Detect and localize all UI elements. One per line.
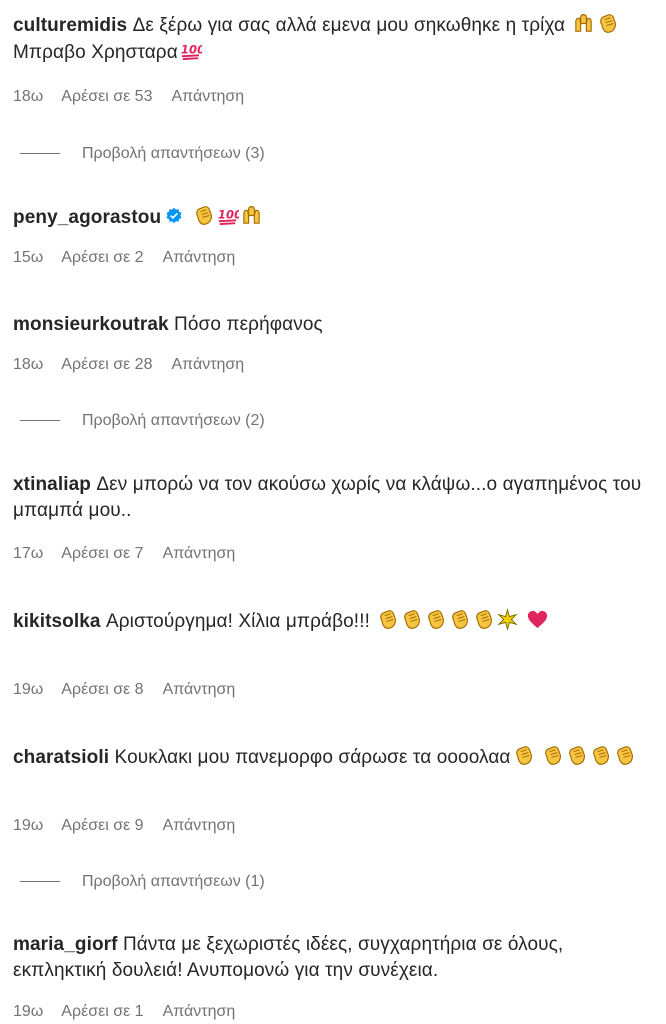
- reply-button[interactable]: Απάντηση: [171, 356, 244, 374]
- clapping-hands-emoji-icon: [541, 744, 564, 767]
- comment-meta: 19ω Αρέσει σε 9 Απάντηση: [13, 817, 235, 835]
- comment-item: culturemidis Δε ξέρω για σας αλλά εμενα …: [13, 12, 653, 66]
- raising-hands-emoji-icon: [572, 12, 595, 35]
- comment-likes[interactable]: Αρέσει σε 9: [61, 817, 143, 835]
- hundred-points-emoji-icon: [179, 39, 202, 62]
- comment-likes[interactable]: Αρέσει σε 2: [61, 249, 143, 267]
- comment-username[interactable]: maria_giorf: [13, 934, 118, 955]
- comment-likes[interactable]: Αρέσει σε 1: [61, 1003, 143, 1021]
- clapping-hands-emoji-icon: [376, 608, 399, 631]
- clapping-hands-emoji-icon: [472, 608, 495, 631]
- divider-line: [20, 420, 60, 422]
- view-replies-label: Προβολή απαντήσεων (1): [82, 873, 265, 890]
- view-replies-label: Προβολή απαντήσεων (3): [82, 145, 265, 162]
- divider-line: [20, 881, 60, 883]
- hundred-points-emoji-icon: [216, 204, 239, 227]
- comment-text: Δεν μπορώ να τον ακούσω χωρίς να κλάψω..…: [13, 474, 642, 521]
- comment-time[interactable]: 17ω: [13, 545, 43, 563]
- comment-time[interactable]: 19ω: [13, 681, 43, 699]
- comment-time[interactable]: 15ω: [13, 249, 43, 267]
- clapping-hands-emoji-icon: [192, 204, 215, 227]
- comment-item: peny_agorastou: [13, 204, 653, 231]
- comment-time[interactable]: 18ω: [13, 88, 43, 106]
- clapping-hands-emoji-icon: [596, 12, 619, 35]
- reply-button[interactable]: Απάντηση: [163, 681, 236, 699]
- comment-meta: 17ω Αρέσει σε 7 Απάντηση: [13, 545, 235, 563]
- view-replies-button[interactable]: Προβολή απαντήσεων (1): [20, 873, 265, 891]
- comment-item: xtinaliap Δεν μπορώ να τον ακούσω χωρίς …: [13, 472, 653, 524]
- comment-meta: 18ω Αρέσει σε 53 Απάντηση: [13, 88, 244, 106]
- comment-username[interactable]: peny_agorastou: [13, 207, 161, 228]
- raising-hands-emoji-icon: [240, 204, 263, 227]
- divider-line: [20, 153, 60, 155]
- clapping-hands-emoji-icon: [448, 608, 471, 631]
- comment-username[interactable]: culturemidis: [13, 15, 127, 36]
- comment-username[interactable]: monsieurkoutrak: [13, 314, 169, 335]
- comment-item: monsieurkoutrak Πόσο περήφανος: [13, 312, 653, 338]
- comment-item: kikitsolka Αριστούργημα! Χίλια μπράβο!!!: [13, 608, 653, 635]
- comment-time[interactable]: 19ω: [13, 1003, 43, 1021]
- comment-meta: 19ω Αρέσει σε 8 Απάντηση: [13, 681, 235, 699]
- view-replies-label: Προβολή απαντήσεων (2): [82, 412, 265, 429]
- comment-username[interactable]: xtinaliap: [13, 474, 91, 495]
- comment-meta: 15ω Αρέσει σε 2 Απάντηση: [13, 249, 235, 267]
- comment-time[interactable]: 18ω: [13, 356, 43, 374]
- reply-button[interactable]: Απάντηση: [163, 249, 236, 267]
- clapping-hands-emoji-icon: [400, 608, 423, 631]
- comment-text-continued: Μπραβο Χρησταρα: [13, 42, 178, 63]
- reply-button[interactable]: Απάντηση: [163, 817, 236, 835]
- clapping-hands-emoji-icon: [512, 744, 535, 767]
- view-replies-button[interactable]: Προβολή απαντήσεων (3): [20, 145, 265, 163]
- comment-likes[interactable]: Αρέσει σε 53: [61, 88, 152, 106]
- comment-username[interactable]: charatsioli: [13, 747, 109, 768]
- clapping-hands-emoji-icon: [424, 608, 447, 631]
- comment-text: Κουκλακι μου πανεμορφο σάρωσε τα οοοολαα: [114, 747, 511, 768]
- comment-meta: 19ω Αρέσει σε 1 Απάντηση: [13, 1003, 235, 1021]
- comment-likes[interactable]: Αρέσει σε 8: [61, 681, 143, 699]
- comment-item: maria_giorf Πάντα με ξεχωριστές ιδέες, σ…: [13, 932, 653, 984]
- clapping-hands-emoji-icon: [589, 744, 612, 767]
- clapping-hands-emoji-icon: [613, 744, 636, 767]
- comment-text: Δε ξέρω για σας αλλά εμενα μου σηκωθηκε …: [132, 15, 566, 36]
- reply-button[interactable]: Απάντηση: [163, 545, 236, 563]
- sparkle-emoji-icon: [496, 608, 519, 631]
- comment-text: Αριστούργημα! Χίλια μπράβο!!!: [106, 611, 370, 632]
- view-replies-button[interactable]: Προβολή απαντήσεων (2): [20, 412, 265, 430]
- reply-button[interactable]: Απάντηση: [163, 1003, 236, 1021]
- comment-username[interactable]: kikitsolka: [13, 611, 101, 632]
- comment-time[interactable]: 19ω: [13, 817, 43, 835]
- comment-item: charatsioli Κουκλακι μου πανεμορφο σάρωσ…: [13, 744, 653, 771]
- comment-meta: 18ω Αρέσει σε 28 Απάντηση: [13, 356, 244, 374]
- clapping-hands-emoji-icon: [565, 744, 588, 767]
- verified-badge-icon: [166, 207, 182, 224]
- comment-likes[interactable]: Αρέσει σε 7: [61, 545, 143, 563]
- red-heart-emoji-icon: [526, 608, 549, 631]
- comment-text: Πόσο περήφανος: [174, 314, 323, 335]
- comment-likes[interactable]: Αρέσει σε 28: [61, 356, 152, 374]
- reply-button[interactable]: Απάντηση: [171, 88, 244, 106]
